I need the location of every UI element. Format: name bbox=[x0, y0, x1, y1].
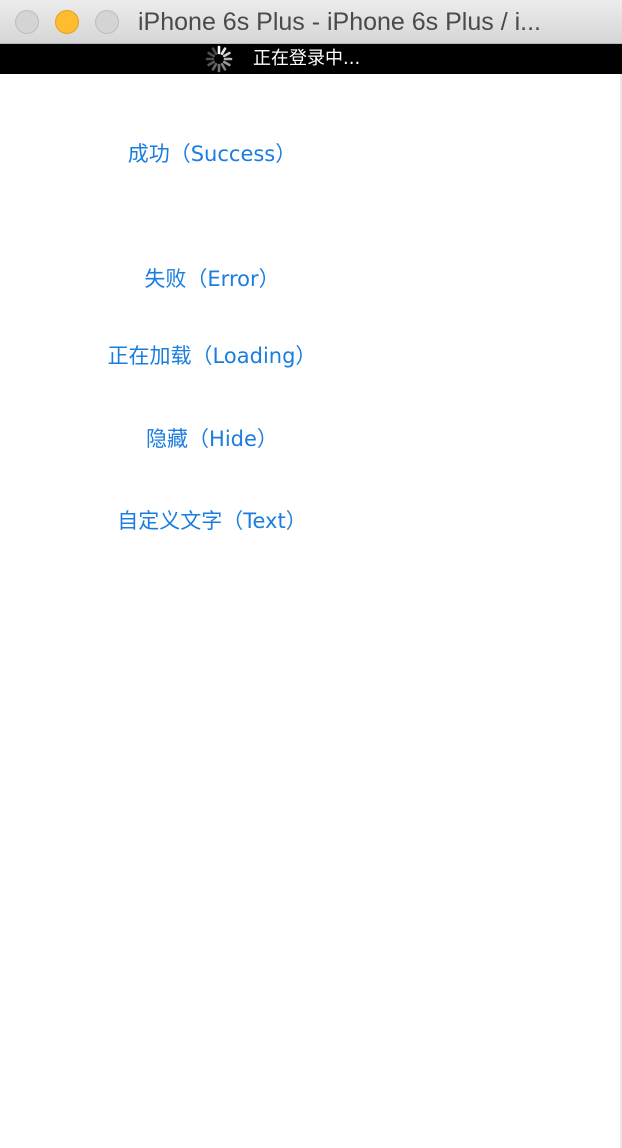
loading-button[interactable]: 正在加载（Loading） bbox=[60, 336, 364, 376]
status-text: 正在登录中... bbox=[253, 48, 361, 69]
error-button[interactable]: 失败（Error） bbox=[60, 259, 364, 299]
status-bar: 正在登录中... bbox=[0, 44, 622, 74]
simulator-window: iPhone 6s Plus - iPhone 6s Plus / i... 正… bbox=[0, 0, 622, 1148]
hide-button[interactable]: 隐藏（Hide） bbox=[60, 419, 364, 459]
custom-text-button[interactable]: 自定义文字（Text） bbox=[60, 501, 364, 541]
close-window-button[interactable] bbox=[15, 10, 39, 34]
success-button[interactable]: 成功（Success） bbox=[60, 134, 364, 174]
window-titlebar[interactable]: iPhone 6s Plus - iPhone 6s Plus / i... bbox=[0, 0, 622, 44]
window-title: iPhone 6s Plus - iPhone 6s Plus / i... bbox=[138, 8, 541, 36]
activity-spinner-icon bbox=[205, 45, 233, 73]
minimize-window-button[interactable] bbox=[55, 10, 79, 34]
zoom-window-button[interactable] bbox=[95, 10, 119, 34]
app-content: 成功（Success） 失败（Error） 正在加载（Loading） 隐藏（H… bbox=[0, 74, 622, 1148]
